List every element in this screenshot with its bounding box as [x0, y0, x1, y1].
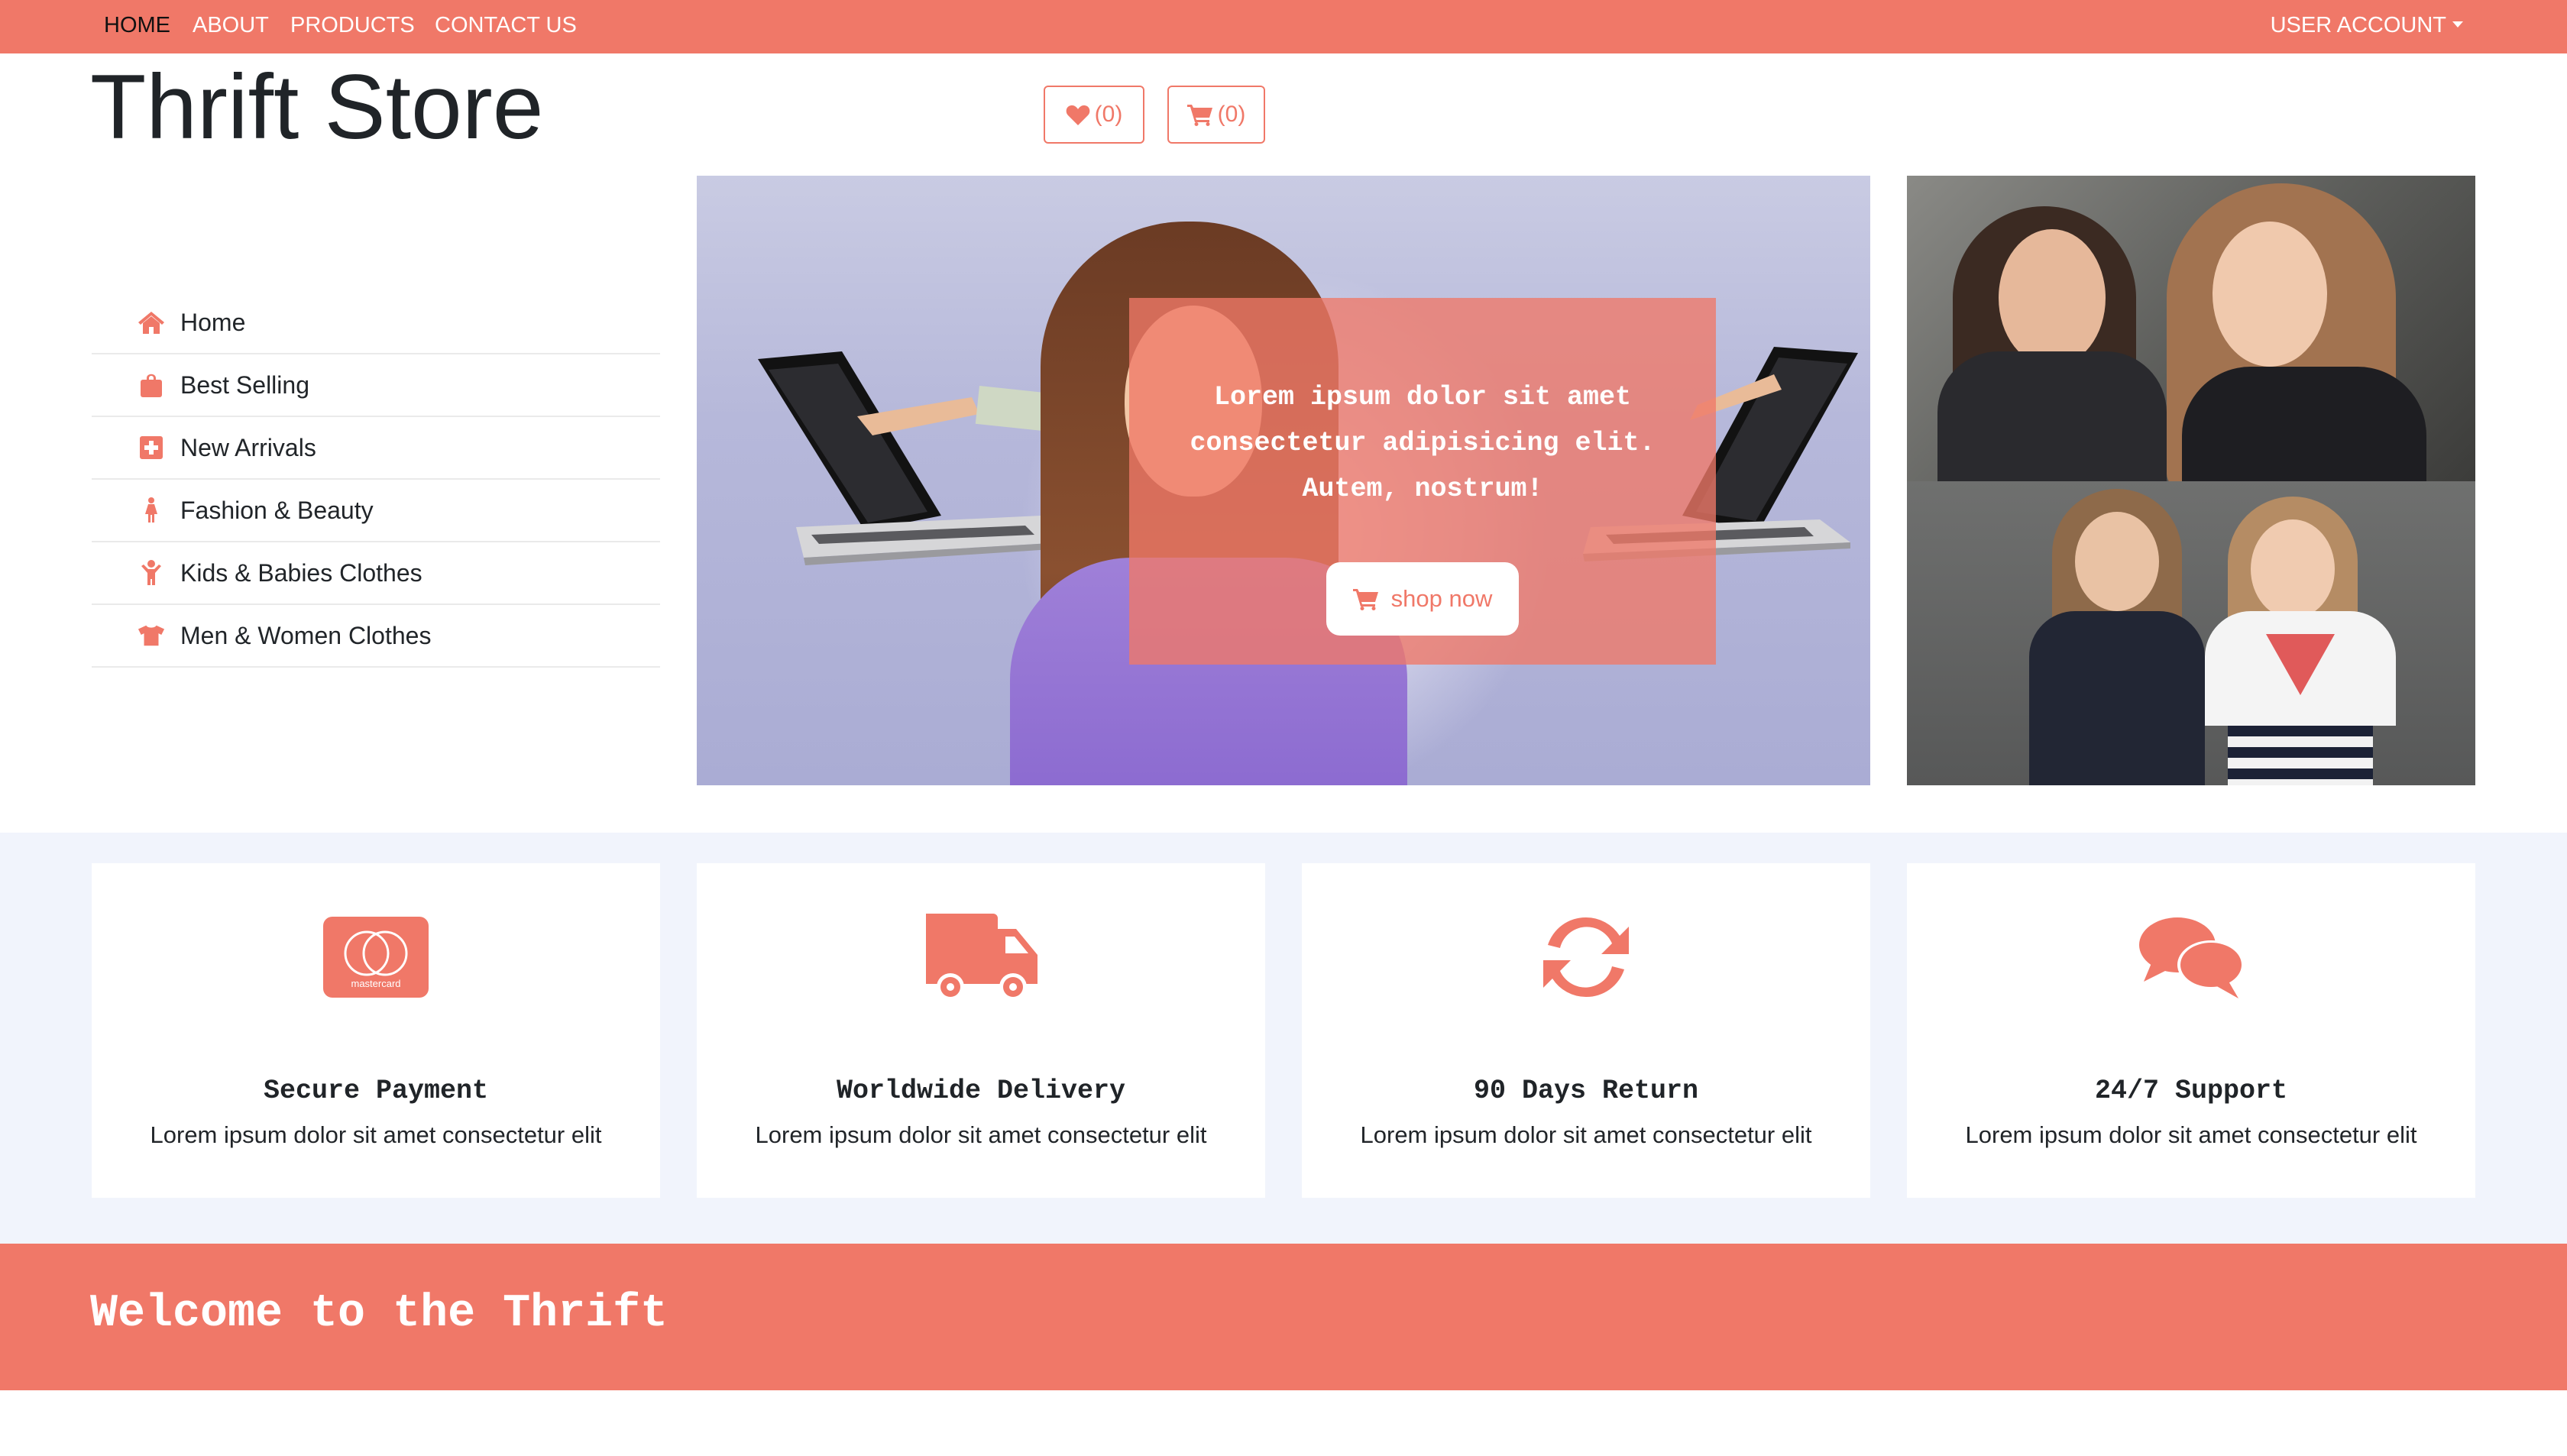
fashion-photo-kids[interactable] — [1907, 481, 2475, 785]
welcome-title: Welcome to the Thrift — [90, 1288, 668, 1340]
welcome-banner: Welcome to the Thrift — [0, 1244, 2567, 1390]
feature-title: 24/7 Support — [2094, 1076, 2288, 1106]
child-icon — [138, 559, 165, 587]
site-title: Thrift Store — [90, 56, 544, 158]
tshirt-icon — [138, 622, 165, 649]
shopping-bag-icon — [138, 371, 165, 399]
sidebar-item-men-women[interactable]: Men & Women Clothes — [92, 605, 660, 668]
comments-icon — [1907, 909, 2475, 1005]
nav-products-link[interactable]: PRODUCTS — [290, 0, 415, 50]
nav-home-link[interactable]: HOME — [104, 0, 170, 50]
feature-description: Lorem ipsum dolor sit amet consectetur e… — [1360, 1121, 1812, 1148]
hero-text: Lorem ipsum dolor sit amet consectetur a… — [1190, 382, 1656, 504]
left-laptop-image — [758, 351, 1071, 565]
feature-title: Worldwide Delivery — [836, 1076, 1126, 1106]
user-account-dropdown[interactable]: USER ACCOUNT — [2271, 0, 2463, 50]
sidebar-item-fashion-beauty[interactable]: Fashion & Beauty — [92, 480, 660, 542]
feature-card-support: 24/7 Support Lorem ipsum dolor sit amet … — [1907, 863, 2475, 1198]
feature-description: Lorem ipsum dolor sit amet consectetur e… — [150, 1121, 602, 1148]
feature-card-secure-payment: mastercard Secure Payment Lorem ipsum do… — [92, 863, 660, 1198]
wishlist-count: (0) — [1094, 102, 1123, 127]
feature-description: Lorem ipsum dolor sit amet consectetur e… — [755, 1121, 1207, 1148]
user-account-label: USER ACCOUNT — [2270, 13, 2446, 37]
category-sidebar: Home Best Selling New Arrivals Fashion &… — [92, 292, 660, 668]
home-icon — [138, 309, 165, 336]
sidebar-item-home[interactable]: Home — [92, 292, 660, 354]
sidebar-item-label: New Arrivals — [180, 433, 316, 461]
hero-overlay: Lorem ipsum dolor sit amet consectetur a… — [1129, 298, 1716, 665]
feature-description: Lorem ipsum dolor sit amet consectetur e… — [1965, 1121, 2417, 1148]
hero-banner: Lorem ipsum dolor sit amet consectetur a… — [697, 176, 1870, 785]
feature-title: Secure Payment — [263, 1076, 489, 1106]
caret-down-icon — [2452, 21, 2463, 28]
female-icon — [138, 497, 165, 524]
refresh-icon — [1302, 909, 1870, 1005]
mastercard-text: mastercard — [351, 978, 400, 989]
truck-icon — [697, 909, 1265, 1005]
cart-count: (0) — [1217, 102, 1246, 127]
sidebar-item-label: Home — [180, 308, 246, 336]
sidebar-item-kids-babies[interactable]: Kids & Babies Clothes — [92, 542, 660, 605]
mastercard-icon: mastercard — [92, 909, 660, 1005]
cart-icon — [1186, 105, 1212, 126]
cart-icon — [1352, 589, 1378, 610]
shop-now-label: shop now — [1390, 585, 1493, 612]
wishlist-button[interactable]: (0) — [1044, 86, 1144, 144]
sidebar-item-new-arrivals[interactable]: New Arrivals — [92, 417, 660, 480]
feature-title: 90 Days Return — [1473, 1076, 1699, 1106]
feature-card-worldwide-delivery: Worldwide Delivery Lorem ipsum dolor sit… — [697, 863, 1265, 1198]
top-navbar: HOME ABOUT PRODUCTS CONTACT US USER ACCO… — [0, 0, 2567, 53]
sidebar-item-label: Kids & Babies Clothes — [180, 558, 422, 587]
sidebar-item-label: Men & Women Clothes — [180, 621, 432, 649]
plus-square-icon — [138, 434, 165, 461]
nav-about-link[interactable]: ABOUT — [193, 0, 269, 50]
nav-contact-link[interactable]: CONTACT US — [435, 0, 577, 50]
cart-button[interactable]: (0) — [1167, 86, 1265, 144]
feature-card-90-days-return: 90 Days Return Lorem ipsum dolor sit ame… — [1302, 863, 1870, 1198]
sidebar-item-label: Best Selling — [180, 370, 309, 399]
sidebar-item-label: Fashion & Beauty — [180, 496, 374, 524]
features-section: mastercard Secure Payment Lorem ipsum do… — [0, 833, 2567, 1244]
fashion-photo-women[interactable] — [1907, 176, 2475, 481]
heart-icon — [1066, 105, 1089, 125]
sidebar-item-best-selling[interactable]: Best Selling — [92, 354, 660, 417]
shop-now-button[interactable]: shop now — [1326, 562, 1519, 636]
